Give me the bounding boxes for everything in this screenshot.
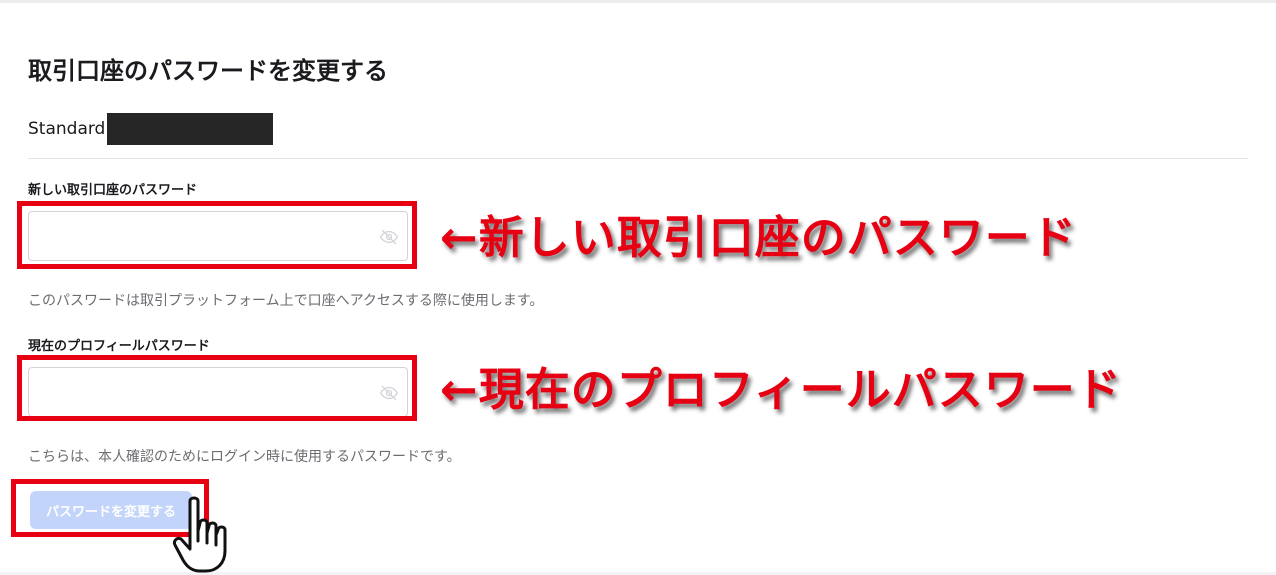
pointing-hand-icon <box>173 496 227 573</box>
current-password-hint: こちらは、本人確認のためにログイン時に使用するパスワードです。 <box>28 449 461 465</box>
account-number-redaction <box>107 113 274 145</box>
current-password-annotation: ←現在のプロフィールパスワード <box>438 363 1123 416</box>
new-password-input[interactable] <box>29 212 407 260</box>
new-password-hint: このパスワードは取引プラットフォーム上で口座へアクセスする際に使用します。 <box>28 293 544 309</box>
current-password-label: 現在のプロフィールパスワード <box>28 339 210 354</box>
new-password-label: 新しい取引口座のパスワード <box>28 183 198 198</box>
new-password-field-wrapper <box>28 211 408 261</box>
change-password-button[interactable]: パスワードを変更する <box>30 491 192 529</box>
eye-off-icon[interactable] <box>379 227 399 247</box>
page-title: 取引口座のパスワードを変更する <box>28 57 388 85</box>
current-password-input[interactable] <box>29 368 407 416</box>
divider <box>28 158 1248 159</box>
account-type-label: Standard <box>28 119 106 139</box>
eye-off-icon[interactable] <box>379 383 399 403</box>
account-info: Standard <box>28 113 274 145</box>
change-password-panel: 取引口座のパスワードを変更する Standard 新しい取引口座のパスワード こ… <box>0 0 1276 573</box>
current-password-field-wrapper <box>28 367 408 417</box>
new-password-annotation: ←新しい取引口座のパスワード <box>438 211 1078 264</box>
